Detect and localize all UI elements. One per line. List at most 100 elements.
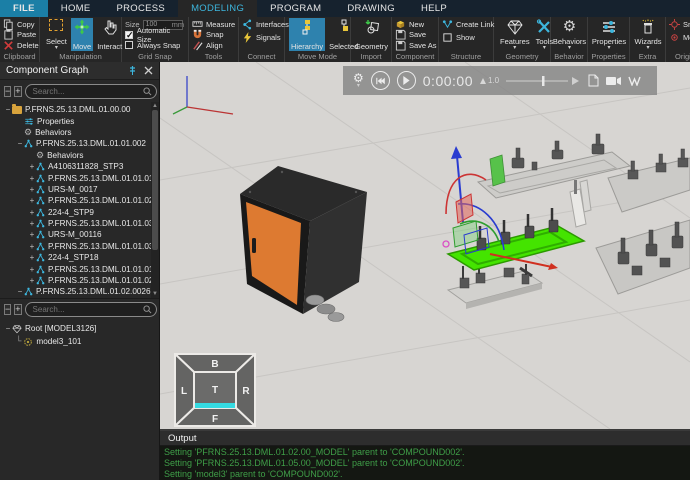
root-search-input[interactable] [33, 305, 143, 314]
tree-item[interactable]: −P.FRNS.25.13.DML.01.02.0026 [0, 286, 159, 297]
save-as-button[interactable]: Save As [395, 40, 437, 50]
tree-item[interactable]: +P.FRNS.25.13.DML.01.01.028 [0, 195, 159, 206]
move-button[interactable]: Move [71, 18, 93, 51]
tree-item[interactable]: +P.FRNS.25.13.DML.01.01.0225 [0, 275, 159, 286]
automatic-size-checkbox[interactable]: Automatic Size [125, 30, 186, 40]
delete-button[interactable]: Delete [3, 40, 39, 50]
save-button[interactable]: Save [395, 30, 437, 40]
signals-button[interactable]: Signals [242, 32, 289, 42]
expander[interactable]: + [28, 242, 36, 251]
tab-help[interactable]: HELP [408, 0, 460, 17]
measure-button[interactable]: Measure [192, 19, 235, 29]
tree-item[interactable]: +P.FRNS.25.13.DML.01.01.0124 [0, 263, 159, 274]
export-pdf-button[interactable] [587, 74, 599, 87]
cabinet-component[interactable] [240, 166, 367, 322]
expander[interactable]: + [28, 185, 36, 194]
tree-item[interactable]: ⚙Behaviors [0, 150, 159, 161]
expand-all-button[interactable]: + [14, 86, 21, 97]
view-navigation-cube[interactable]: B L T R F [174, 353, 256, 427]
tree-item[interactable]: +P.FRNS.25.13.DML.01.01.0317 [0, 241, 159, 252]
interact-button[interactable]: Interact [95, 18, 124, 51]
search-input[interactable] [33, 87, 143, 96]
tree-scrollbar[interactable]: ▲▼ [151, 102, 159, 298]
tree-item[interactable]: +224-4_STP18 [0, 252, 159, 263]
tab-file[interactable]: FILE [0, 0, 48, 17]
cube-label-left: L [181, 386, 187, 397]
play-button[interactable] [397, 71, 416, 90]
chevron-down-icon: ▾ [513, 46, 516, 51]
tree-item[interactable]: ⚙Behaviors [0, 127, 159, 138]
tab-home[interactable]: HOME [48, 0, 104, 17]
tree-item[interactable]: +P.FRNS.25.13.DML.01.01.016 [0, 172, 159, 183]
expander[interactable]: − [16, 287, 24, 296]
select-button[interactable]: Select ▾ [44, 18, 69, 51]
hierarchy-button[interactable]: Hierarchy [289, 18, 325, 51]
reset-button[interactable] [371, 71, 390, 90]
collapse-all-button[interactable]: − [4, 304, 11, 315]
tab-process[interactable]: PROCESS [104, 0, 179, 17]
speed-slider[interactable] [506, 75, 580, 87]
expander[interactable]: + [28, 253, 36, 262]
origin-move-button[interactable]: Move [669, 32, 690, 42]
scrollbar-thumb[interactable] [152, 110, 158, 250]
properties-button[interactable]: Properties ▾ [590, 18, 628, 51]
interfaces-button[interactable]: Interfaces [242, 19, 289, 29]
expander[interactable]: − [4, 105, 12, 114]
paste-button[interactable]: Paste [3, 30, 39, 40]
create-link-button[interactable]: Create Link [442, 19, 494, 29]
tree-item[interactable]: −Root [MODEL3126] [0, 322, 159, 335]
tree-item[interactable]: +URS-M_00116 [0, 229, 159, 240]
features-button[interactable]: Features ▾ [498, 18, 532, 51]
tree-item[interactable]: +224-4_STP9 [0, 207, 159, 218]
new-component-button[interactable]: New [395, 19, 437, 29]
tree-label: P.FRNS.25.13.DML.01.00.00 [25, 105, 130, 114]
output-log[interactable]: Setting 'PFRNS.25.13.DML.01.02.00_MODEL'… [160, 446, 690, 480]
expand-all-button[interactable]: + [14, 304, 21, 315]
wizards-button[interactable]: Wizards ▾ [632, 18, 663, 51]
tree-item[interactable]: +URS-M_0017 [0, 184, 159, 195]
slider-handle[interactable] [542, 76, 545, 86]
tab-drawing[interactable]: DRAWING [334, 0, 408, 17]
behaviors-button[interactable]: ⚙ Behaviors ▾ [551, 18, 588, 51]
origin-move-crosshair-icon [669, 32, 680, 43]
fixture-pallet-bottom[interactable] [448, 261, 542, 309]
record-video-button[interactable] [606, 76, 621, 86]
origin-snap-button[interactable]: Snap [669, 19, 690, 29]
viewport-3d[interactable]: ⚙▾ 0:00:00 1.0 B [160, 62, 690, 429]
always-snap-checkbox[interactable]: Always Snap [125, 40, 186, 50]
expander[interactable]: + [28, 265, 36, 274]
expander[interactable]: − [4, 324, 12, 333]
fixture-pallet-mid[interactable] [478, 134, 630, 198]
expander[interactable]: + [28, 276, 36, 285]
collapse-all-button[interactable]: − [4, 86, 11, 97]
tree-item[interactable]: − P.FRNS.25.13.DML.01.00.00 [0, 104, 159, 115]
tree-item[interactable]: +A4106311828_STP3 [0, 161, 159, 172]
component-node-icon [36, 276, 45, 285]
tree-item[interactable]: Properties [0, 115, 159, 126]
output-header[interactable]: Output [160, 431, 690, 446]
simulation-settings-button[interactable]: ⚙▾ [353, 73, 364, 89]
speed-control[interactable]: 1.0 [480, 76, 499, 85]
show-button[interactable]: Show [442, 32, 494, 42]
copy-button[interactable]: Copy [3, 19, 39, 29]
geometry-import-button[interactable]: Geometry [353, 18, 390, 51]
close-icon[interactable] [144, 66, 153, 75]
expander[interactable]: + [28, 162, 36, 171]
fixture-pallet-right-bottom[interactable] [596, 220, 690, 294]
snap-button[interactable]: Snap [192, 30, 235, 40]
tree-item[interactable]: └model3_101 [0, 335, 159, 348]
tree-item[interactable]: +P.FRNS.25.13.DML.01.01.0315 [0, 218, 159, 229]
tree-item[interactable]: −P.FRNS.25.13.DML.01.01.002 [0, 138, 159, 149]
align-button[interactable]: Align [192, 40, 235, 50]
tab-program[interactable]: PROGRAM [257, 0, 334, 17]
expander[interactable]: − [16, 139, 24, 148]
expander[interactable]: + [28, 174, 36, 183]
delete-icon [3, 40, 14, 51]
tab-modeling[interactable]: MODELING [178, 0, 257, 17]
pin-icon[interactable] [127, 65, 138, 76]
vertical-plates[interactable] [570, 180, 591, 227]
expander[interactable]: + [28, 219, 36, 228]
expander[interactable]: + [28, 208, 36, 217]
expander[interactable]: + [28, 230, 36, 239]
expander[interactable]: + [28, 196, 36, 205]
